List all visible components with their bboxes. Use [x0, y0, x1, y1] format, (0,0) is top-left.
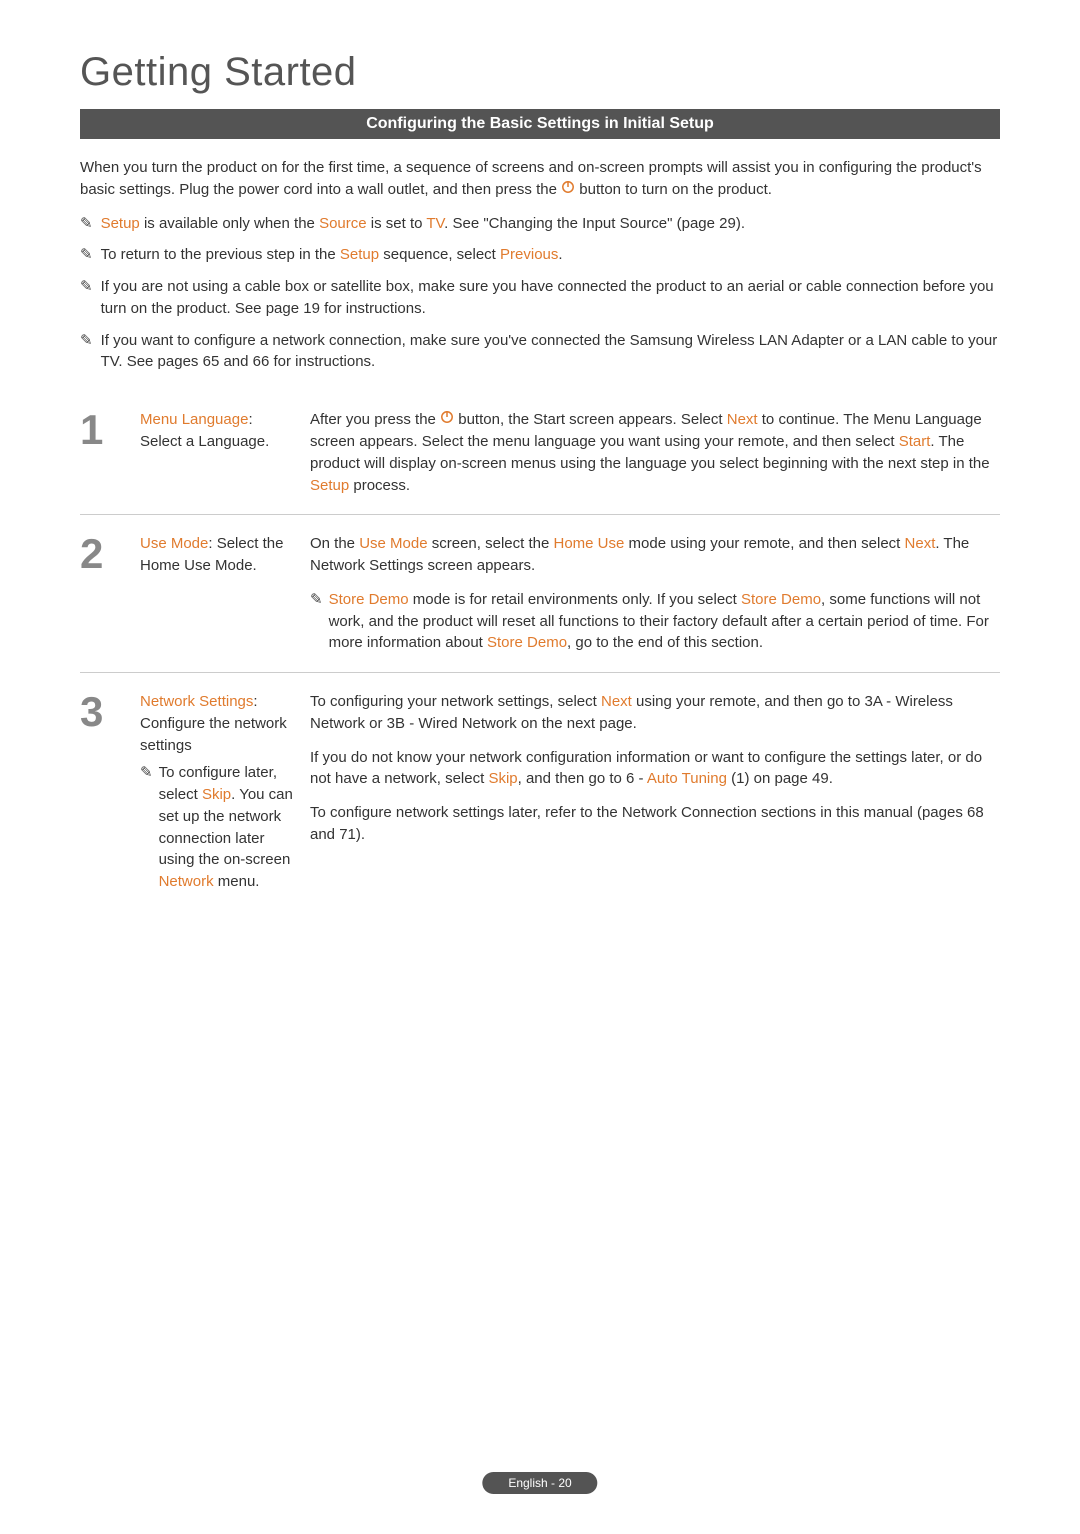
subnote-text: To configure later, select Skip. You can… [159, 762, 298, 893]
t: process. [349, 477, 410, 494]
intro-text-a: When you turn the product on for the fir… [80, 159, 982, 198]
t: . See "Changing the Input Source" (page … [444, 215, 745, 232]
step-right-p: To configuring your network settings, se… [310, 691, 1000, 735]
t: screen, select the [428, 535, 554, 552]
step-row: 3 Network Settings: Configure the networ… [80, 673, 1000, 911]
t: , go to the end of this section. [567, 634, 763, 651]
step-right-p: If you do not know your network configur… [310, 747, 1000, 791]
step-subnote: ✎ Store Demo mode is for retail environm… [310, 589, 1000, 654]
t: sequence, select [379, 246, 500, 263]
hl: Setup [101, 215, 140, 232]
note-icon: ✎ [80, 244, 93, 266]
t: menu. [214, 873, 260, 890]
note-list: ✎ Setup is available only when the Sourc… [80, 213, 1000, 374]
section-heading: Configuring the Basic Settings in Initia… [80, 109, 1000, 139]
hl: Skip [488, 770, 517, 787]
hl: Home Use [553, 535, 624, 552]
note-item: ✎ To return to the previous step in the … [80, 244, 1000, 266]
t: To configuring your network settings, se… [310, 693, 601, 710]
page-footer: English - 20 [482, 1472, 597, 1494]
step-right: To configuring your network settings, se… [310, 691, 1000, 846]
hl: Use Mode [359, 535, 427, 552]
hl: Network [159, 873, 214, 890]
t: button, the Start screen appears. Select [454, 411, 727, 428]
hl: Store Demo [741, 591, 821, 608]
t: After you press the [310, 411, 440, 428]
power-icon [440, 409, 454, 431]
step-right-p: On the Use Mode screen, select the Home … [310, 533, 1000, 577]
step-left: Menu Language: Select a Language. [140, 409, 310, 453]
step-left-title: Use Mode [140, 535, 208, 552]
note-text: To return to the previous step in the Se… [101, 244, 563, 266]
power-icon [561, 179, 575, 201]
hl: Start [899, 433, 931, 450]
t: On the [310, 535, 359, 552]
steps-table: 1 Menu Language: Select a Language. Afte… [80, 391, 1000, 911]
step-left: Network Settings: Configure the network … [140, 691, 310, 893]
step-number: 3 [80, 691, 140, 733]
hl: Setup [340, 246, 379, 263]
subnote-text: Store Demo mode is for retail environmen… [329, 589, 1000, 654]
note-icon: ✎ [80, 213, 93, 235]
step-left-subnote: ✎ To configure later, select Skip. You c… [140, 762, 298, 893]
note-icon: ✎ [310, 589, 323, 611]
note-item: ✎ If you want to configure a network con… [80, 330, 1000, 374]
note-text: If you are not using a cable box or sate… [101, 276, 1000, 320]
note-text: Setup is available only when the Source … [101, 213, 745, 235]
step-right: After you press the button, the Start sc… [310, 409, 1000, 496]
intro-paragraph: When you turn the product on for the fir… [80, 157, 1000, 201]
note-item: ✎ If you are not using a cable box or sa… [80, 276, 1000, 320]
step-row: 1 Menu Language: Select a Language. Afte… [80, 391, 1000, 514]
hl: TV [426, 215, 444, 232]
t: (1) on page 49. [727, 770, 833, 787]
hl: Next [905, 535, 936, 552]
note-icon: ✎ [80, 276, 93, 298]
t: . [558, 246, 562, 263]
step-right: On the Use Mode screen, select the Home … [310, 533, 1000, 654]
step-number: 1 [80, 409, 140, 451]
note-text: If you want to configure a network conne… [101, 330, 1000, 374]
step-left-title: Network Settings [140, 693, 253, 710]
hl: Previous [500, 246, 558, 263]
step-right-p: To configure network settings later, ref… [310, 802, 1000, 846]
hl: Store Demo [329, 591, 409, 608]
page-title: Getting Started [80, 50, 1000, 95]
hl: Store Demo [487, 634, 567, 651]
step-number: 2 [80, 533, 140, 575]
t: is set to [367, 215, 427, 232]
step-right-p: After you press the button, the Start sc… [310, 409, 1000, 496]
t: mode using your remote, and then select [624, 535, 904, 552]
t: To return to the previous step in the [101, 246, 340, 263]
note-icon: ✎ [140, 762, 153, 784]
note-icon: ✎ [80, 330, 93, 352]
step-row: 2 Use Mode: Select the Home Use Mode. On… [80, 515, 1000, 672]
t: mode is for retail environments only. If… [409, 591, 741, 608]
t: , and then go to 6 - [518, 770, 647, 787]
note-item: ✎ Setup is available only when the Sourc… [80, 213, 1000, 235]
hl: Next [601, 693, 632, 710]
step-left: Use Mode: Select the Home Use Mode. [140, 533, 310, 577]
hl: Next [727, 411, 758, 428]
step-left-title: Menu Language [140, 411, 248, 428]
hl: Skip [202, 786, 231, 803]
intro-text-b: button to turn on the product. [579, 181, 772, 198]
hl: Setup [310, 477, 349, 494]
t: is available only when the [140, 215, 319, 232]
hl: Auto Tuning [647, 770, 727, 787]
hl: Source [319, 215, 367, 232]
